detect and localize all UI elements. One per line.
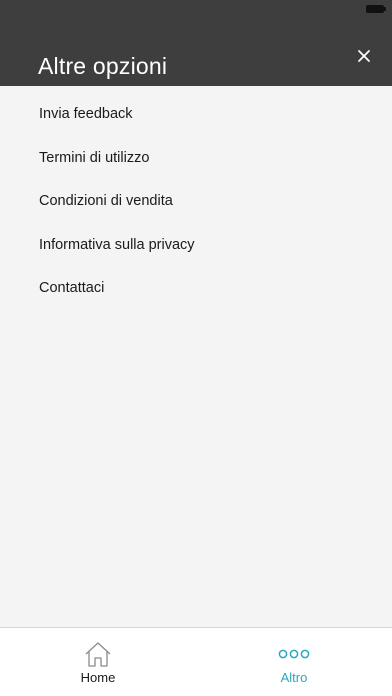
close-button[interactable] (352, 44, 376, 68)
menu-item-contact[interactable]: Contattaci (0, 260, 392, 304)
tab-altro[interactable]: Altro (196, 628, 392, 696)
tab-bar: Home Altro (0, 627, 392, 696)
home-icon (85, 642, 111, 667)
status-bar (0, 0, 392, 20)
menu-item-terms[interactable]: Termini di utilizzo (0, 130, 392, 174)
header: Altre opzioni (0, 20, 392, 86)
more-dots-icon (278, 649, 310, 659)
menu-item-sales-conditions[interactable]: Condizioni di vendita (0, 173, 392, 217)
options-menu: Invia feedback Termini di utilizzo Condi… (0, 86, 392, 304)
battery-icon (366, 5, 386, 13)
tab-altro-label: Altro (280, 670, 308, 685)
tab-home-label: Home (80, 670, 116, 685)
tab-home[interactable]: Home (0, 628, 196, 696)
page-title: Altre opzioni (38, 53, 168, 79)
menu-item-privacy[interactable]: Informativa sulla privacy (0, 217, 392, 261)
menu-item-feedback[interactable]: Invia feedback (0, 86, 392, 130)
close-icon (358, 50, 370, 62)
